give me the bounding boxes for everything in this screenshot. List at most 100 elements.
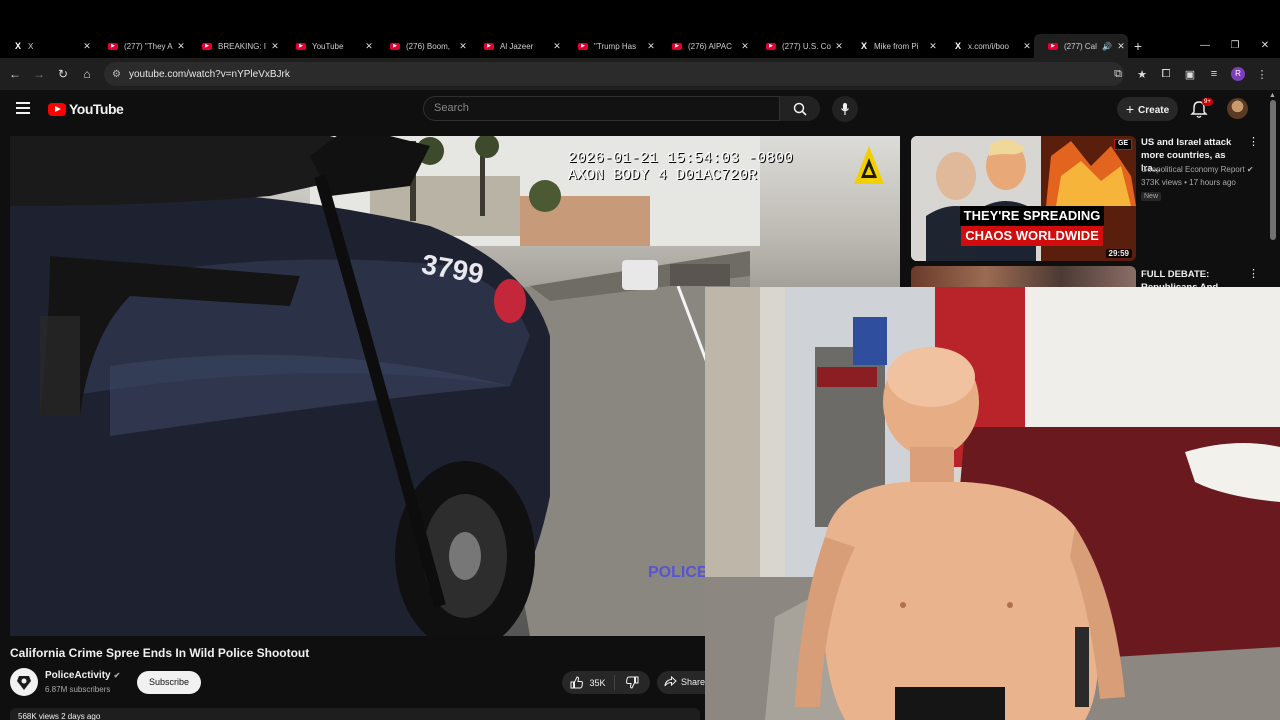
webcam-overlay — [705, 287, 1280, 720]
browser-menu-icon[interactable]: ⋮ — [1250, 68, 1274, 81]
tab-strip: X X ✕ ▶ (277) "They A ✕ ▶ BREAKING: I ✕ ▶ YouTu… — [0, 34, 1280, 58]
scroll-up-arrow[interactable]: ▲ — [1269, 92, 1276, 99]
media-control-icon[interactable]: ≡ — [1202, 68, 1226, 80]
search-button[interactable] — [780, 96, 820, 121]
close-icon[interactable]: ✕ — [174, 41, 188, 52]
close-icon[interactable]: ✕ — [926, 41, 940, 52]
like-button[interactable]: 35K — [562, 675, 615, 690]
minimize-icon[interactable]: — — [1190, 34, 1220, 58]
x-icon: X — [860, 41, 867, 51]
more-options-icon[interactable]: ⋮ — [1248, 137, 1259, 148]
url-text: youtube.com/watch?v=nYPleVxBJrk — [128, 68, 290, 80]
x-icon: X — [954, 41, 961, 51]
thumbnail-caption-line2: CHAOS WORLDWIDE — [961, 226, 1103, 246]
thumbs-down-icon — [626, 676, 639, 689]
install-app-icon[interactable]: ⧉ — [1106, 68, 1130, 81]
bodycam-timestamp: 2026-01-21 15:54:03 -0800 AXON BODY 4 D0… — [568, 150, 793, 184]
recommendation-title[interactable]: FULL DEBATE: Republicans And — [1141, 268, 1247, 287]
hamburger-menu-icon[interactable] — [16, 102, 30, 114]
recommendation-thumbnail[interactable]: GE THEY'RE SPREADING CHAOS WORLDWIDE 29:… — [911, 136, 1136, 261]
close-icon[interactable]: ✕ — [738, 41, 752, 52]
close-icon[interactable]: ✕ — [644, 41, 658, 52]
browser-tab[interactable]: ▶ "Trump Has ✕ — [564, 34, 658, 58]
search-icon — [793, 102, 807, 116]
close-icon[interactable]: ✕ — [550, 41, 564, 52]
logo-text: YouTube — [69, 101, 124, 117]
notification-badge: 9+ — [1202, 98, 1213, 106]
maximize-icon[interactable]: ❐ — [1220, 34, 1250, 58]
youtube-icon: ▶ — [484, 42, 494, 50]
back-icon[interactable]: ← — [3, 67, 27, 81]
subscriber-count: 6.87M subscribers — [45, 685, 111, 694]
browser-tab[interactable]: ▶ BREAKING: I ✕ — [188, 34, 282, 58]
browser-tab-active[interactable]: ▶ (277) Cal 🔊 ✕ — [1034, 34, 1128, 58]
browser-toolbar: ← → ↻ ⌂ ⚙ youtube.com/watch?v=nYPleVxBJr… — [0, 58, 1280, 90]
youtube-logo[interactable]: YouTube — [48, 101, 124, 117]
close-icon[interactable]: ✕ — [1114, 41, 1128, 52]
close-icon[interactable]: ✕ — [80, 41, 94, 52]
axon-logo-icon — [854, 146, 884, 184]
channel-name[interactable]: PoliceActivity ✔ — [45, 670, 120, 681]
thumbnail-caption-line1: THEY'RE SPREADING — [959, 206, 1105, 226]
device-id-text: AXON BODY 4 D01AC720R — [568, 167, 758, 184]
more-options-icon[interactable]: ⋮ — [1248, 269, 1259, 280]
site-info-icon[interactable]: ⚙ — [112, 69, 121, 80]
youtube-icon: ▶ — [672, 42, 682, 50]
subscribe-button[interactable]: Subscribe — [137, 671, 201, 694]
x-icon: X — [14, 41, 21, 51]
timestamp-text: 2026-01-21 15:54:03 -0800 — [568, 150, 794, 167]
browser-tab[interactable]: ▶ Al Jazeer ✕ — [470, 34, 564, 58]
tab-title: BREAKING: I — [218, 41, 267, 51]
search-input[interactable]: Search — [423, 96, 780, 121]
voice-search-button[interactable] — [832, 96, 858, 122]
police-badge-icon — [11, 669, 37, 695]
share-label: Share — [681, 677, 705, 687]
browser-tab[interactable]: X X ✕ — [0, 34, 94, 58]
close-icon[interactable]: ✕ — [832, 41, 846, 52]
extensions-icon[interactable]: ⧠ — [1154, 68, 1178, 81]
address-bar[interactable]: ⚙ youtube.com/watch?v=nYPleVxBJrk — [104, 62, 1124, 86]
tab-title: Al Jazeer — [500, 41, 534, 51]
close-window-icon[interactable]: ✕ — [1250, 34, 1280, 58]
channel-avatar[interactable] — [10, 668, 38, 696]
browser-tab[interactable]: X Mike from Pi ✕ — [846, 34, 940, 58]
browser-tab[interactable]: ▶ (276) Boom, ✕ — [376, 34, 470, 58]
description-box[interactable]: 568K views 2 days ago — [10, 708, 700, 720]
youtube-icon: ▶ — [578, 42, 588, 50]
dislike-button[interactable] — [615, 676, 650, 689]
youtube-icon: ▶ — [390, 42, 400, 50]
thumbs-up-icon — [570, 676, 584, 689]
tab-title: YouTube — [312, 41, 344, 51]
page-scrollbar[interactable] — [1270, 100, 1276, 240]
profile-avatar[interactable]: R — [1231, 67, 1245, 81]
browser-tab[interactable]: ▶ YouTube ✕ — [282, 34, 376, 58]
browser-tab[interactable]: ▶ (277) "They A ✕ — [94, 34, 188, 58]
sidepanel-icon[interactable]: ▣ — [1178, 68, 1202, 81]
recommendation-channel[interactable]: Geopolitical Economy Report ✔ — [1141, 163, 1254, 176]
verified-icon: ✔ — [1246, 165, 1254, 174]
close-icon[interactable]: ✕ — [456, 41, 470, 52]
close-icon[interactable]: ✕ — [1020, 41, 1034, 52]
reload-icon[interactable]: ↻ — [51, 67, 75, 81]
bookmark-star-icon[interactable]: ★ — [1130, 68, 1154, 81]
close-icon[interactable]: ✕ — [268, 41, 282, 52]
close-icon[interactable]: ✕ — [362, 41, 376, 52]
new-tab-button[interactable]: + — [1128, 38, 1148, 54]
share-button[interactable]: Share — [657, 671, 705, 694]
tab-title: (277) U.S. Co — [782, 41, 831, 51]
browser-tab[interactable]: Xx.com/i/boo ✕ — [940, 34, 1034, 58]
tab-title: X — [28, 41, 34, 51]
speaker-icon[interactable]: 🔊 — [1100, 42, 1114, 51]
browser-tab[interactable]: ▶ (276) AIPAC ✕ — [658, 34, 752, 58]
window-controls: — ❐ ✕ — [1190, 34, 1280, 58]
create-button[interactable]: + Create — [1117, 97, 1178, 121]
microphone-icon — [841, 103, 849, 115]
home-icon[interactable]: ⌂ — [75, 67, 99, 81]
like-count: 35K — [589, 677, 606, 688]
thumbnail-caption: THEY'RE SPREADING CHAOS WORLDWIDE — [933, 206, 1131, 246]
browser-tab[interactable]: ▶ (277) U.S. Co ✕ — [752, 34, 846, 58]
recommendation-thumbnail[interactable] — [911, 266, 1136, 287]
forward-icon[interactable]: → — [27, 67, 51, 81]
account-avatar[interactable] — [1227, 98, 1248, 119]
recommendation-meta: 373K views • 17 hours ago — [1141, 178, 1236, 187]
